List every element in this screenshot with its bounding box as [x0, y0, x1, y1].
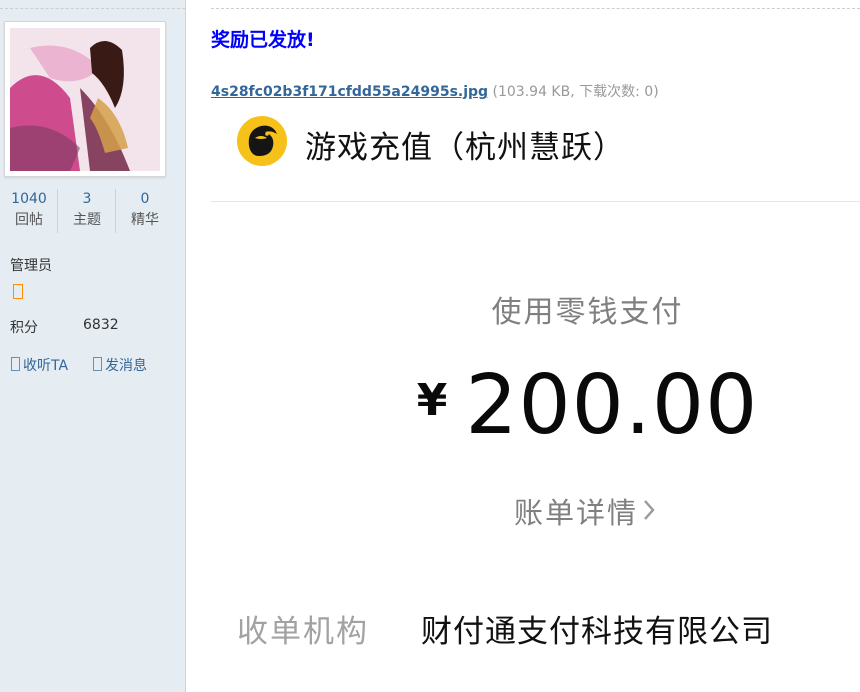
user-stats: 1040 回帖 3 主题 0 精华 — [0, 189, 175, 233]
attachment-link[interactable]: 4s28fc02b3f171cfdd55a24995s.jpg — [211, 84, 488, 100]
user-sidebar: 1040 回帖 3 主题 0 精华 管理员 积分 6832 收听TA 发消息 — [0, 0, 186, 692]
avatar-illustration — [10, 28, 160, 171]
currency-symbol: ¥ — [416, 375, 448, 426]
chevron-right-icon[interactable] — [640, 497, 658, 523]
stat-digest[interactable]: 0 精华 — [115, 189, 174, 233]
stat-replies-value[interactable]: 1040 — [0, 189, 58, 210]
bill-details-link[interactable]: 账单详情 — [514, 490, 638, 532]
stat-threads-label: 主题 — [73, 212, 101, 228]
stat-threads-value[interactable]: 3 — [58, 189, 116, 210]
avatar-frame[interactable] — [4, 21, 166, 177]
acquirer-value: 财付通支付科技有限公司 — [421, 614, 773, 650]
amount-value: 200.00 — [465, 358, 759, 453]
avatar[interactable] — [10, 28, 160, 171]
stat-digest-value[interactable]: 0 — [116, 189, 174, 210]
receipt-header: 游戏充值（杭州慧跃） — [211, 108, 860, 202]
payment-method: 使用零钱支付 — [491, 295, 684, 330]
reward-notice: 奖励已发放! — [211, 29, 315, 51]
post-divider — [211, 8, 860, 9]
attachment-meta: (103.94 KB, 下载次数: 0) — [492, 84, 659, 100]
acquirer-label: 收单机构 — [237, 614, 369, 650]
stat-replies-label: 回帖 — [15, 212, 43, 228]
usergroup-label[interactable]: 管理员 — [10, 255, 52, 275]
merchant-name: 游戏充值（杭州慧跃） — [305, 130, 625, 166]
divider — [0, 8, 185, 9]
payment-amount: ¥200.00 — [0, 358, 860, 453]
attachment-row: 4s28fc02b3f171cfdd55a24995s.jpg (103.94 … — [211, 81, 659, 101]
stat-replies[interactable]: 1040 回帖 — [0, 189, 58, 233]
dragon-logo-icon — [237, 116, 287, 166]
stat-threads[interactable]: 3 主题 — [57, 189, 116, 233]
dragon-icon — [237, 116, 287, 166]
stat-digest-label: 精华 — [131, 212, 159, 228]
